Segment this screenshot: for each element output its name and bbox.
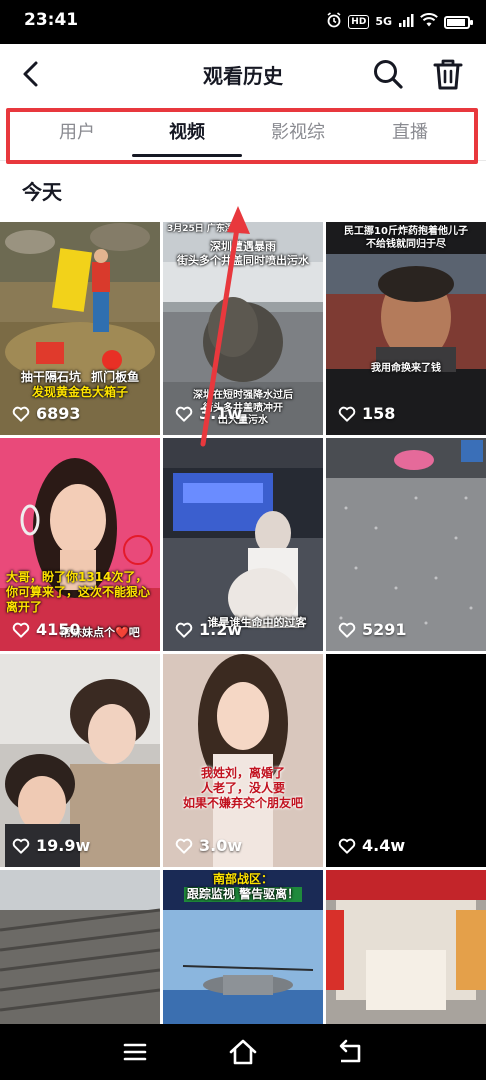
recent-apps-icon bbox=[123, 1043, 147, 1061]
delete-button[interactable] bbox=[430, 56, 466, 92]
system-nav-bar bbox=[0, 1024, 486, 1080]
video-caption: 大哥，盼了你1314次了，你可算来了，这次不能狠心离开了 bbox=[6, 570, 151, 614]
wifi-icon bbox=[420, 13, 438, 31]
video-caption: 民工挪10斤炸药抱着他儿子 不给钱就同归于尽 bbox=[344, 226, 468, 250]
section-title-today: 今天 bbox=[22, 180, 62, 204]
like-count: 6893 bbox=[12, 404, 81, 423]
home-icon bbox=[229, 1039, 257, 1065]
video-thumbnail bbox=[326, 870, 486, 1024]
video-card[interactable]: 南部战区： 跟踪监视 警告驱离！ bbox=[163, 870, 323, 1024]
status-time: 23:41 bbox=[24, 10, 79, 30]
video-card[interactable]: 谁是谁生命中的过客 1.2w bbox=[163, 438, 323, 651]
video-card[interactable]: 抽干隔石坑 抓门板鱼 发现黄金色大箱子 6893 bbox=[0, 222, 160, 435]
heart-icon bbox=[338, 406, 356, 422]
annotation-highlight-box bbox=[6, 108, 478, 164]
video-caption: 抽干隔石坑 抓门板鱼 发现黄金色大箱子 bbox=[20, 370, 140, 399]
heart-icon bbox=[12, 622, 30, 638]
video-card[interactable]: 4.4w bbox=[326, 654, 486, 867]
video-card[interactable]: 我姓刘，离婚了 人老了，没人要 如果不嫌弃交个朋友吧 3.0w bbox=[163, 654, 323, 867]
heart-icon bbox=[12, 406, 30, 422]
video-grid: 抽干隔石坑 抓门板鱼 发现黄金色大箱子 6893 3月25日 广东深圳 深圳遭遇… bbox=[0, 222, 486, 1024]
watch-history-screen: 观看历史 用户 视频 影视综 直播 今天 抽干隔石坑 抓门板鱼 发现黄金色大箱子… bbox=[0, 44, 486, 1024]
signal-icon bbox=[398, 13, 414, 31]
video-card[interactable] bbox=[0, 870, 160, 1024]
video-date-caption: 3月25日 广东深圳 bbox=[167, 224, 243, 234]
video-card[interactable]: 大哥，盼了你1314次了，你可算来了，这次不能狠心离开了 帮妹妹点个❤️吧 41… bbox=[0, 438, 160, 651]
alarm-icon bbox=[326, 12, 342, 32]
network-type: 5G bbox=[375, 15, 392, 28]
like-count: 5291 bbox=[338, 620, 407, 639]
search-button[interactable] bbox=[370, 56, 406, 92]
video-caption: 我姓刘，离婚了 人老了，没人要 如果不嫌弃交个朋友吧 bbox=[182, 766, 303, 810]
heart-icon bbox=[12, 838, 30, 854]
like-count-text: 19.9w bbox=[36, 836, 91, 855]
heart-icon bbox=[175, 838, 193, 854]
network-badge: HD bbox=[348, 15, 370, 29]
like-count-text: 4150 bbox=[36, 620, 81, 639]
status-icons: HD 5G bbox=[326, 12, 473, 32]
header: 观看历史 bbox=[0, 44, 486, 106]
video-caption: 南部战区： 跟踪监视 警告驱离！ bbox=[165, 872, 321, 902]
heart-icon bbox=[175, 622, 193, 638]
like-count: 158 bbox=[338, 404, 395, 423]
trash-icon bbox=[433, 59, 463, 90]
like-count-text: 4.4w bbox=[362, 836, 406, 855]
like-count: 1.2w bbox=[175, 620, 242, 639]
like-count-text: 3.0w bbox=[199, 836, 243, 855]
home-button[interactable] bbox=[227, 1036, 259, 1068]
recent-apps-button[interactable] bbox=[119, 1036, 151, 1068]
heart-icon bbox=[338, 622, 356, 638]
video-subtitle: 我用命换来了钱 bbox=[371, 363, 441, 374]
like-count-text: 3.1w bbox=[199, 404, 243, 423]
battery-icon bbox=[444, 15, 473, 29]
video-card[interactable]: 3月25日 广东深圳 深圳遭遇暴雨 街头多个井盖同时喷出污水 深圳在短时强降水过… bbox=[163, 222, 323, 435]
like-count-text: 158 bbox=[362, 404, 396, 423]
like-count-text: 5291 bbox=[362, 620, 407, 639]
like-count-text: 6893 bbox=[36, 404, 81, 423]
back-icon bbox=[339, 1039, 361, 1063]
like-count: 3.0w bbox=[175, 836, 242, 855]
status-bar: 23:41 HD 5G bbox=[0, 0, 486, 44]
like-count: 4150 bbox=[12, 620, 81, 639]
video-thumbnail bbox=[0, 870, 160, 1024]
video-card[interactable]: 民工挪10斤炸药抱着他儿子 不给钱就同归于尽 我用命换来了钱 158 bbox=[326, 222, 486, 435]
like-count: 4.4w bbox=[338, 836, 405, 855]
video-card[interactable]: 19.9w bbox=[0, 654, 160, 867]
heart-icon bbox=[175, 406, 193, 422]
like-count: 3.1w bbox=[175, 404, 242, 423]
video-card[interactable]: 5291 bbox=[326, 438, 486, 651]
video-caption: 深圳遭遇暴雨 街头多个井盖同时喷出污水 bbox=[177, 240, 309, 267]
nav-back-button[interactable] bbox=[335, 1036, 367, 1068]
heart-icon bbox=[338, 838, 356, 854]
like-count-text: 1.2w bbox=[199, 620, 243, 639]
search-icon bbox=[374, 60, 403, 89]
like-count: 19.9w bbox=[12, 836, 90, 855]
page-title: 观看历史 bbox=[203, 64, 283, 88]
video-card[interactable] bbox=[326, 870, 486, 1024]
